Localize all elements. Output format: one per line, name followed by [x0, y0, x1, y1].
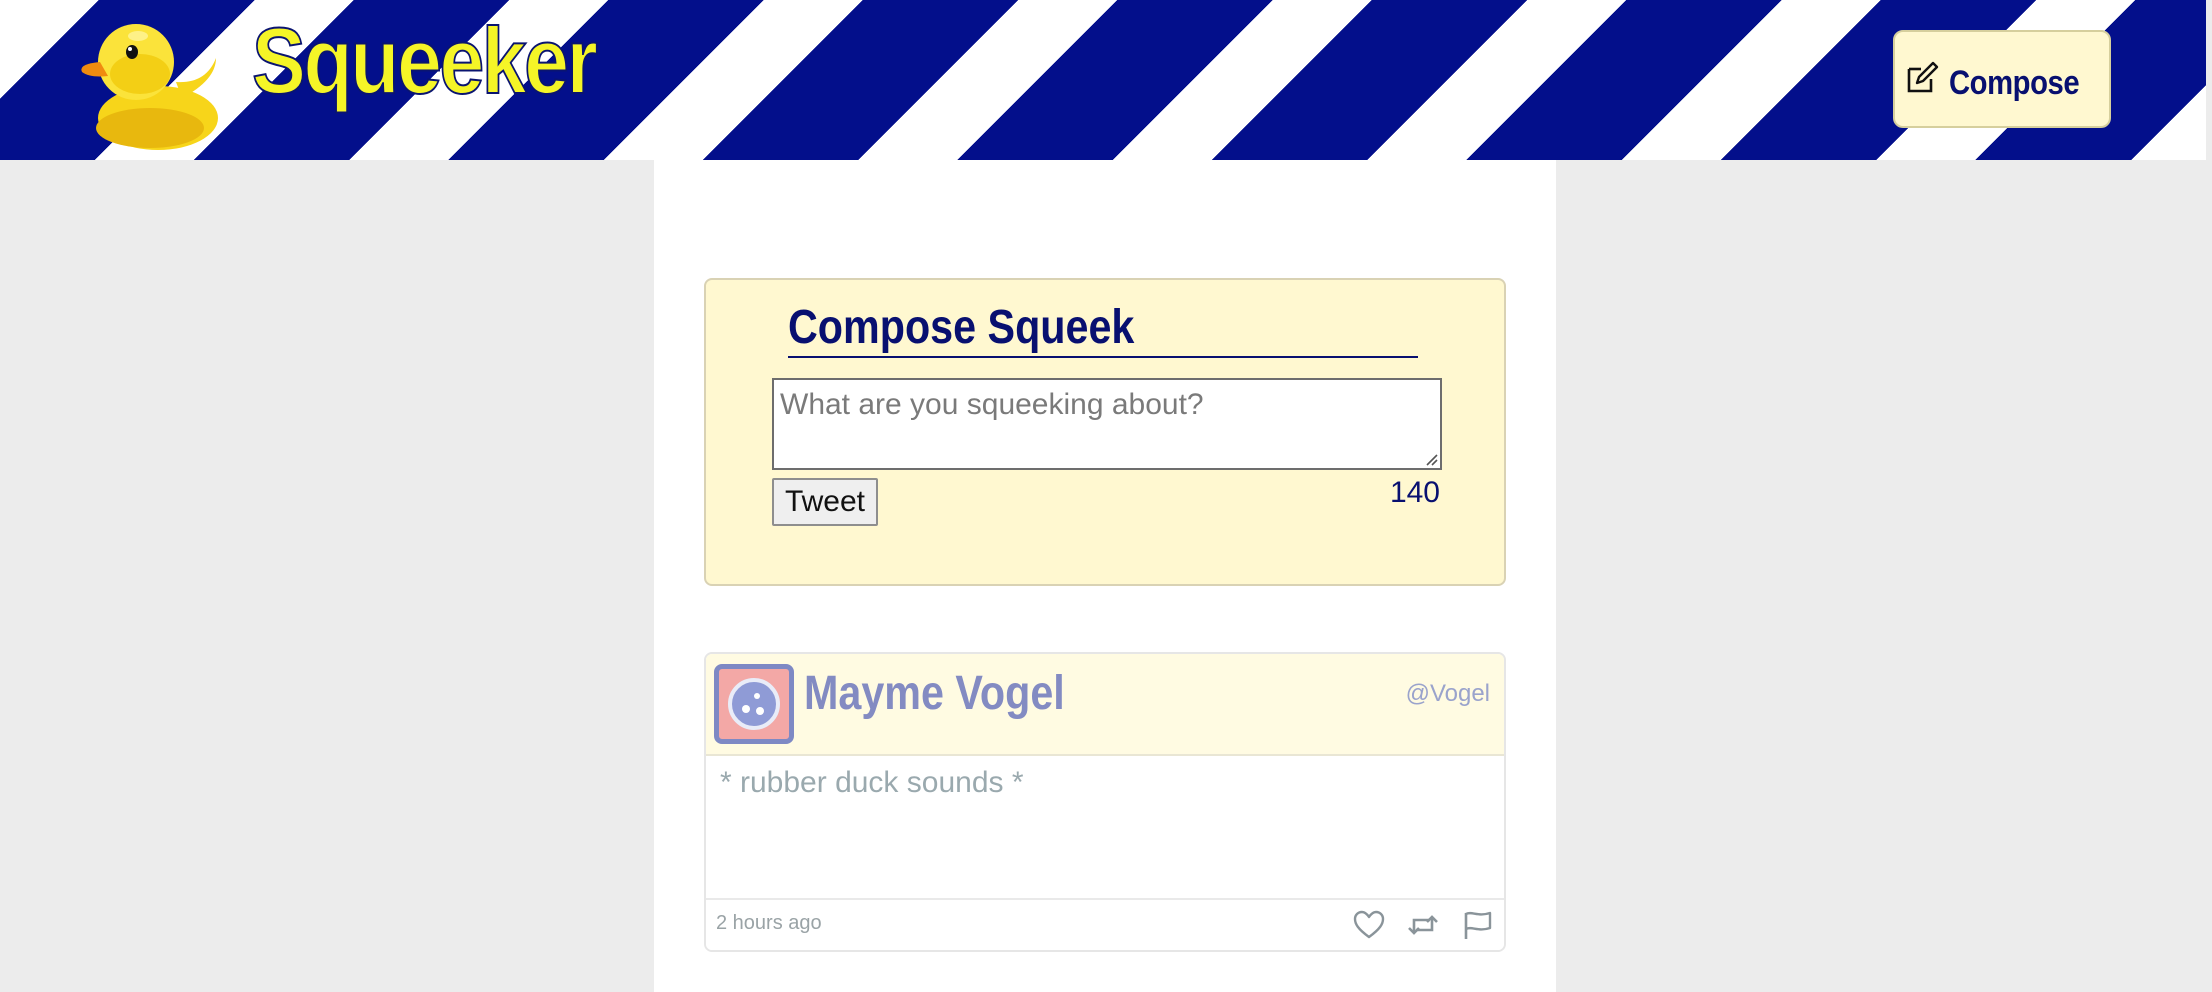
squeek-actions: [1352, 908, 1494, 942]
author-name-text: Mayme Vogel: [804, 667, 1065, 720]
flag-icon[interactable]: [1460, 908, 1494, 942]
squeek-footer: 2 hours ago: [706, 898, 1504, 950]
tweet-button[interactable]: Tweet: [772, 478, 878, 526]
author-name[interactable]: Mayme Vogel: [804, 666, 1107, 722]
heart-icon[interactable]: [1352, 908, 1386, 942]
author-handle[interactable]: @Vogel: [1406, 680, 1490, 708]
character-counter: 140: [1389, 476, 1440, 509]
compose-title: Compose Squeek: [788, 300, 1418, 358]
resize-grip-icon[interactable]: [1424, 452, 1438, 466]
squeek-input[interactable]: [772, 378, 1442, 470]
rubber-duck-icon[interactable]: [80, 6, 220, 152]
retweet-icon[interactable]: [1406, 908, 1440, 942]
compose-button-label: Compose: [1949, 63, 2080, 102]
site-title[interactable]: Squeeker: [251, 13, 599, 109]
header-gap: [2206, 0, 2212, 160]
site-header: Squeeker Compose: [0, 0, 2206, 160]
page: Squeeker Compose Compose Squeek Tweet 14…: [0, 0, 2212, 992]
compose-title-text: Compose Squeek: [788, 301, 1135, 354]
compose-button[interactable]: Compose: [1893, 30, 2111, 128]
squeek-header: Mayme Vogel @Vogel: [706, 654, 1504, 756]
main-column: Compose Squeek Tweet 140 Mayme Vogel: [654, 160, 1556, 992]
squeek-text: * rubber duck sounds *: [720, 766, 1024, 799]
squeek-timestamp: 2 hours ago: [716, 912, 822, 934]
edit-icon: [1903, 61, 1939, 97]
squeek-card: Mayme Vogel @Vogel * rubber duck sounds …: [704, 652, 1506, 952]
avatar-icon[interactable]: [714, 664, 794, 744]
compose-panel: Compose Squeek Tweet 140: [704, 278, 1506, 586]
